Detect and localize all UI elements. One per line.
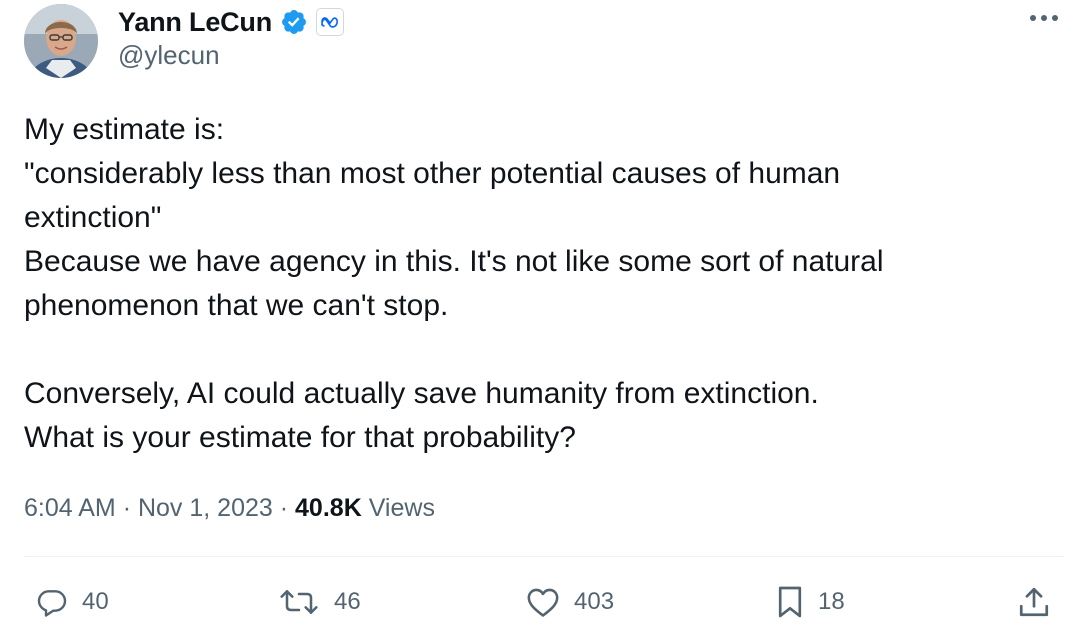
reply-icon bbox=[37, 590, 67, 617]
tweet-text-line: extinction" bbox=[24, 201, 162, 234]
meta-separator: · bbox=[122, 494, 132, 522]
retweet-icon bbox=[280, 590, 318, 614]
bookmark-button[interactable]: 18 bbox=[776, 582, 845, 622]
tweet-meta: 6:04 AM · Nov 1, 2023 · 40.8K Views bbox=[24, 488, 435, 528]
tweet-text-line: My estimate is: bbox=[24, 113, 225, 146]
share-icon bbox=[1019, 587, 1049, 617]
tweet-text-line: Because we have agency in this. It's not… bbox=[24, 245, 884, 278]
tweet-date[interactable]: Nov 1, 2023 bbox=[138, 494, 273, 522]
author-display-name[interactable]: Yann LeCun bbox=[118, 7, 272, 38]
tweet-text: My estimate is: "considerably less than … bbox=[24, 108, 1034, 460]
tweet-card: Yann LeCun @ylecun My estimate is: "cons… bbox=[0, 0, 1080, 642]
views-label: Views bbox=[368, 494, 435, 522]
views-count[interactable]: 40.8K bbox=[295, 494, 362, 522]
tweet-text-line: What is your estimate for that probabili… bbox=[24, 421, 576, 454]
avatar[interactable] bbox=[24, 4, 98, 78]
profile-photo bbox=[24, 4, 98, 78]
author-handle[interactable]: @ylecun bbox=[118, 40, 220, 71]
like-button[interactable]: 403 bbox=[526, 582, 614, 622]
tweet-text-line: phenomenon that we can't stop. bbox=[24, 289, 449, 322]
affiliation-badge[interactable] bbox=[316, 8, 345, 36]
tweet-time[interactable]: 6:04 AM bbox=[24, 494, 116, 522]
more-horizontal-icon bbox=[1030, 15, 1058, 21]
tweet-text-line: "considerably less than most other poten… bbox=[24, 157, 841, 190]
retweet-button[interactable]: 46 bbox=[278, 582, 361, 622]
bookmark-icon bbox=[778, 586, 802, 618]
reply-count: 40 bbox=[82, 588, 109, 615]
bookmark-count: 18 bbox=[818, 588, 845, 615]
share-button[interactable] bbox=[1018, 582, 1050, 622]
meta-logo-icon bbox=[321, 17, 339, 28]
divider bbox=[24, 556, 1064, 557]
retweet-count: 46 bbox=[334, 588, 361, 615]
author-name-row: Yann LeCun bbox=[118, 4, 345, 40]
heart-icon bbox=[527, 588, 559, 617]
like-count: 403 bbox=[574, 588, 615, 615]
reply-button[interactable]: 40 bbox=[36, 582, 109, 622]
verified-badge-icon bbox=[282, 10, 306, 34]
meta-separator: · bbox=[279, 494, 289, 522]
tweet-text-line: Conversely, AI could actually save human… bbox=[24, 377, 819, 410]
more-options-button[interactable] bbox=[1026, 6, 1062, 30]
paragraph-break bbox=[24, 328, 1034, 372]
